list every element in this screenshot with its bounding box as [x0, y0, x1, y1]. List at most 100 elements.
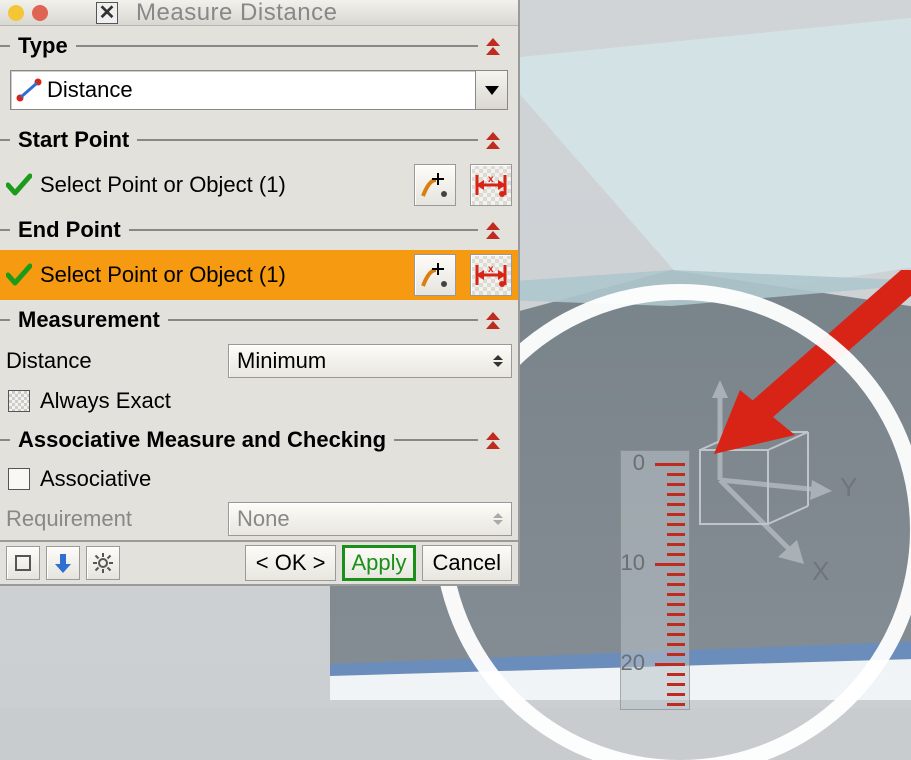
ruler-tick — [667, 693, 685, 696]
window-minimize-icon[interactable] — [8, 5, 24, 21]
square-icon — [13, 553, 33, 573]
distance-row: Distance Minimum — [0, 340, 518, 382]
ruler-tick — [667, 513, 685, 516]
ruler-gauge[interactable]: 01020 — [620, 450, 690, 710]
arrow-down-blue-icon — [53, 552, 73, 574]
ruler-tick — [667, 643, 685, 646]
section-start-point-header: Start Point — [0, 120, 518, 160]
chevron-up-icon — [486, 141, 500, 149]
apply-button[interactable]: Apply — [342, 545, 415, 581]
chevron-up-icon — [486, 441, 500, 449]
footer-unknown-button-1[interactable] — [6, 546, 40, 580]
measure-x-button[interactable]: x — [470, 164, 512, 206]
always-exact-row[interactable]: Always Exact — [0, 382, 518, 420]
ruler-tick — [667, 623, 685, 626]
requirement-value: None — [237, 506, 290, 532]
chevron-up-icon — [486, 38, 500, 46]
ruler-tick — [667, 553, 685, 556]
chevron-up-icon — [486, 321, 500, 329]
ruler-tick — [667, 593, 685, 596]
chevron-up-icon — [486, 222, 500, 230]
close-button[interactable]: ✕ — [96, 2, 118, 24]
dialog-footer: < OK > Apply Cancel — [0, 540, 518, 584]
distance-label: Distance — [6, 348, 216, 374]
start-point-select-row[interactable]: Select Point or Object (1) x — [0, 160, 518, 210]
end-point-prompt: Select Point or Object (1) — [40, 262, 406, 288]
checkmark-icon — [6, 172, 32, 198]
associative-row[interactable]: Associative — [0, 460, 518, 498]
ruler-tick — [667, 583, 685, 586]
ruler-tick — [667, 673, 685, 676]
caret-down-icon — [485, 86, 499, 95]
chevron-up-icon — [486, 47, 500, 55]
collapse-end-point-button[interactable] — [478, 215, 508, 245]
dialog-title: Measure Distance — [136, 0, 337, 26]
section-end-point-header: End Point — [0, 210, 518, 250]
measure-x-icon: x — [474, 172, 508, 198]
distance-icon — [15, 76, 43, 104]
ruler-tick — [667, 503, 685, 506]
always-exact-checkbox[interactable] — [8, 390, 30, 412]
ruler-tick — [667, 543, 685, 546]
measure-distance-dialog: ✕ Measure Distance Type Distance Start P… — [0, 0, 520, 586]
gear-icon — [92, 552, 114, 574]
ruler-tick — [667, 613, 685, 616]
ruler-tick — [667, 493, 685, 496]
svg-text:x: x — [488, 174, 494, 185]
chevron-up-icon — [486, 312, 500, 320]
measure-x-button[interactable]: x — [470, 254, 512, 296]
select-caret-icon — [493, 513, 503, 525]
ruler-tick — [667, 533, 685, 536]
associative-label: Associative — [40, 466, 151, 492]
footer-down-arrow-button[interactable] — [46, 546, 80, 580]
type-dropdown[interactable]: Distance — [10, 70, 508, 110]
select-caret-icon — [493, 355, 503, 367]
ruler-tick — [667, 683, 685, 686]
dropdown-caret-button[interactable] — [475, 71, 507, 109]
requirement-row: Requirement None — [0, 498, 518, 540]
start-point-prompt: Select Point or Object (1) — [40, 172, 406, 198]
ok-button[interactable]: < OK > — [245, 545, 337, 581]
ruler-tick — [667, 483, 685, 486]
section-end-point-label: End Point — [10, 217, 129, 243]
ruler-tick — [667, 473, 685, 476]
checkmark-icon — [6, 262, 32, 288]
cancel-button[interactable]: Cancel — [422, 545, 512, 581]
section-type-header: Type — [0, 26, 518, 66]
section-start-point-label: Start Point — [10, 127, 137, 153]
distance-value: Minimum — [237, 348, 326, 374]
snap-point-button[interactable] — [414, 164, 456, 206]
ruler-tick — [667, 703, 685, 706]
chevron-up-icon — [486, 432, 500, 440]
section-type-label: Type — [10, 33, 76, 59]
distance-select[interactable]: Minimum — [228, 344, 512, 378]
ruler-tick — [655, 563, 685, 566]
ruler-tick — [655, 463, 685, 466]
window-close-icon[interactable] — [32, 5, 48, 21]
snap-point-button[interactable] — [414, 254, 456, 296]
chevron-up-icon — [486, 132, 500, 140]
footer-settings-button[interactable] — [86, 546, 120, 580]
ruler-label: 20 — [621, 650, 645, 676]
ruler-label: 0 — [633, 450, 645, 476]
always-exact-label: Always Exact — [40, 388, 171, 414]
section-measurement-label: Measurement — [10, 307, 168, 333]
collapse-measurement-button[interactable] — [478, 305, 508, 335]
ruler-tick — [667, 523, 685, 526]
requirement-label: Requirement — [6, 506, 216, 532]
chevron-up-icon — [486, 231, 500, 239]
collapse-start-point-button[interactable] — [478, 125, 508, 155]
ruler-tick — [667, 603, 685, 606]
titlebar[interactable]: ✕ Measure Distance — [0, 0, 518, 26]
section-assoc-label: Associative Measure and Checking — [10, 427, 394, 453]
snap-point-icon — [420, 170, 450, 200]
end-point-select-row[interactable]: Select Point or Object (1) x — [0, 250, 518, 300]
associative-checkbox[interactable] — [8, 468, 30, 490]
model-top-face — [490, 0, 911, 300]
snap-point-icon — [420, 260, 450, 290]
svg-text:x: x — [488, 264, 494, 275]
collapse-type-button[interactable] — [478, 31, 508, 61]
collapse-assoc-button[interactable] — [478, 425, 508, 455]
requirement-select: None — [228, 502, 512, 536]
ruler-tick — [667, 573, 685, 576]
